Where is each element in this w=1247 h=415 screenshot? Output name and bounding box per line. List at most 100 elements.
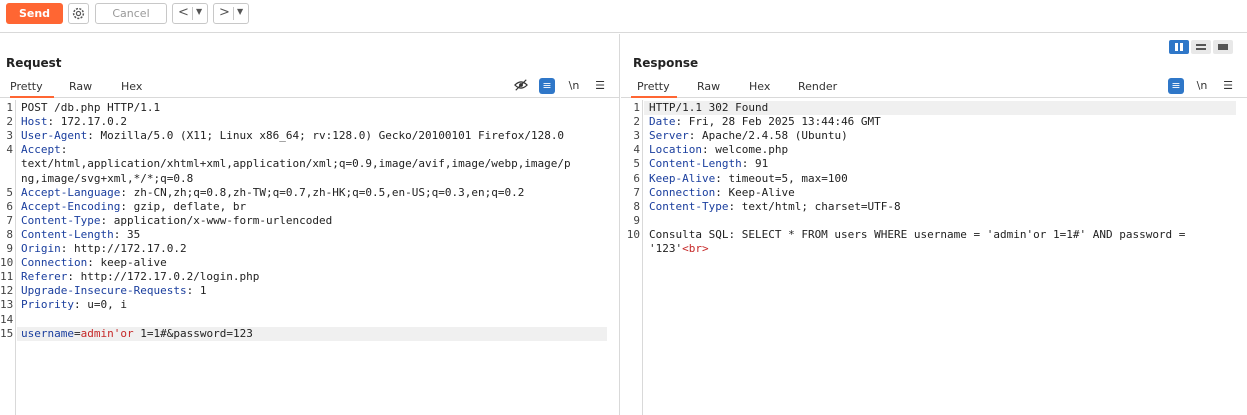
code-text: : http://172.17.0.2 (60, 242, 187, 255)
line-number: 2 (6, 115, 13, 129)
code-text: : 172.17.0.2 (47, 115, 127, 129)
line-number: 5 (633, 157, 640, 171)
code-text: ng,image/svg+xml,*/*;q=0.8 (21, 171, 194, 185)
settings-button[interactable] (68, 3, 89, 24)
code-line: Origin: http://172.17.0.2 (21, 242, 187, 256)
response-tabs: Pretty Raw Hex Render (621, 78, 1247, 98)
code-line: Date: Fri, 28 Feb 2025 13:44:46 GMT (649, 115, 881, 129)
layout-toggle (1169, 40, 1235, 55)
line-number: 4 (6, 143, 13, 157)
code-text: : Keep-Alive (715, 185, 795, 199)
send-button[interactable]: Send (6, 3, 63, 24)
eye-off-icon[interactable] (513, 78, 529, 94)
code-line: Priority: u=0, i (21, 298, 127, 312)
code-text: : 1 (186, 284, 207, 298)
code-line: text/html,application/xhtml+xml,applicat… (21, 157, 571, 171)
chevron-down-icon[interactable]: ▼ (237, 7, 243, 16)
divider (192, 7, 193, 20)
header-name: Location (649, 143, 702, 157)
line-number: 1 (633, 101, 640, 114)
tab-pretty[interactable]: Pretty (10, 80, 54, 98)
code-line: Content-Length: 91 (649, 157, 768, 171)
line-number: 7 (6, 213, 13, 227)
header-name: Content-Length (649, 157, 742, 171)
code-text: : timeout=5, max=100 (715, 171, 848, 185)
code-text: : keep-alive (87, 256, 167, 270)
forward-button[interactable]: > ▼ (213, 3, 249, 24)
code-line: Referer: http://172.17.0.2/login.php (21, 270, 259, 284)
code-line: Content-Length: 35 (21, 228, 140, 242)
header-name: Origin (21, 242, 61, 255)
code-line: HTTP/1.1 302 Found (649, 101, 768, 115)
split-vertical-icon[interactable] (1169, 40, 1189, 54)
tab-hex[interactable]: Hex (749, 80, 770, 98)
code-text: : http://172.17.0.2/login.php (67, 270, 260, 284)
code-text: : Apache/2.4.58 (Ubuntu) (688, 129, 848, 143)
param-value: admin'or (80, 326, 134, 340)
line-number: 8 (633, 199, 640, 213)
request-panel: Request Pretty Raw Hex ≡ \n ☰ 1 POST /db.… (0, 34, 620, 415)
header-name: username (21, 326, 74, 340)
menu-icon[interactable]: ☰ (592, 78, 608, 94)
code-line: Connection: keep-alive (21, 256, 167, 270)
tab-hex[interactable]: Hex (121, 80, 142, 98)
response-editor[interactable]: 1 HTTP/1.1 302 Found 2 Date: Fri, 28 Feb 20… (621, 100, 1247, 415)
line-number: 15 (0, 326, 14, 340)
single-view-icon[interactable] (1213, 40, 1233, 54)
header-name: Content-Length (21, 227, 114, 241)
header-name: Server (649, 129, 689, 143)
newline-icon[interactable]: \n (1194, 78, 1210, 94)
header-name: Priority (21, 298, 74, 312)
code-line: Keep-Alive: timeout=5, max=100 (649, 172, 848, 186)
code-text: : 91 (741, 157, 769, 171)
tab-raw[interactable]: Raw (69, 80, 92, 98)
line-number: 13 (0, 298, 14, 312)
line-number: 2 (633, 115, 640, 129)
response-panel: Response Pretty Raw Hex Render ≡ \n ☰ 1H… (621, 34, 1247, 415)
header-name: Accept (21, 143, 61, 157)
code-line: Accept-Encoding: gzip, deflate, br (21, 200, 246, 214)
request-editor[interactable]: 1 POST /db.php HTTP/1.1 2 Host: 172.17.0.2 3… (0, 100, 619, 415)
back-button[interactable]: < ▼ (172, 3, 208, 24)
split-horizontal-icon[interactable] (1191, 40, 1211, 54)
wrap-icon[interactable]: ≡ (539, 78, 555, 94)
param-value: <br> (682, 242, 709, 255)
code-line: Accept: (21, 143, 67, 157)
cancel-button[interactable]: Cancel (95, 3, 167, 24)
wrap-icon[interactable]: ≡ (1168, 78, 1184, 94)
code-line: '123'<br> (649, 242, 709, 256)
code-text: Consulta SQL: SELECT * FROM users WHERE … (649, 227, 1186, 241)
chevron-down-icon[interactable]: ▼ (196, 7, 202, 16)
line-number: 6 (633, 171, 640, 185)
code-text: : welcome.php (701, 143, 789, 157)
divider (233, 7, 234, 20)
code-line: Host: 172.17.0.2 (21, 115, 127, 129)
code-line: Content-Type: application/x-www-form-url… (21, 214, 332, 228)
newline-icon[interactable]: \n (566, 78, 582, 94)
code-text: : zh-CN,zh;q=0.8,zh-TW;q=0.7,zh-HK;q=0.5… (120, 185, 525, 199)
line-number: 5 (6, 185, 13, 199)
code-text: : Mozilla/5.0 (X11; Linux x86_64; rv:128… (87, 129, 565, 143)
line-number: 6 (6, 199, 13, 213)
tab-raw[interactable]: Raw (697, 80, 720, 98)
line-number: 10 (626, 227, 640, 241)
code-text: : text/html; charset=UTF-8 (728, 199, 901, 213)
code-line: Content-Type: text/html; charset=UTF-8 (649, 200, 901, 214)
code-line: Accept-Language: zh-CN,zh;q=0.8,zh-TW;q=… (21, 186, 524, 200)
line-number: 7 (633, 185, 640, 199)
menu-icon[interactable]: ☰ (1220, 78, 1236, 94)
tab-pretty[interactable]: Pretty (631, 80, 677, 98)
line-number: 9 (6, 242, 13, 255)
code-text: : application/x-www-form-urlencoded (100, 213, 333, 227)
code-text: : u=0, i (73, 298, 127, 312)
code-text: : gzip, deflate, br (120, 199, 247, 213)
header-name: Host (21, 115, 48, 129)
code-line: Connection: Keep-Alive (649, 186, 795, 200)
header-name: Keep-Alive (649, 171, 716, 185)
header-name: User-Agent (21, 129, 88, 143)
code-text: = (73, 326, 81, 340)
tab-render[interactable]: Render (798, 80, 837, 98)
code-text: 1=1#& (133, 326, 174, 340)
header-name: Connection (649, 185, 716, 199)
line-number: 4 (633, 143, 640, 157)
